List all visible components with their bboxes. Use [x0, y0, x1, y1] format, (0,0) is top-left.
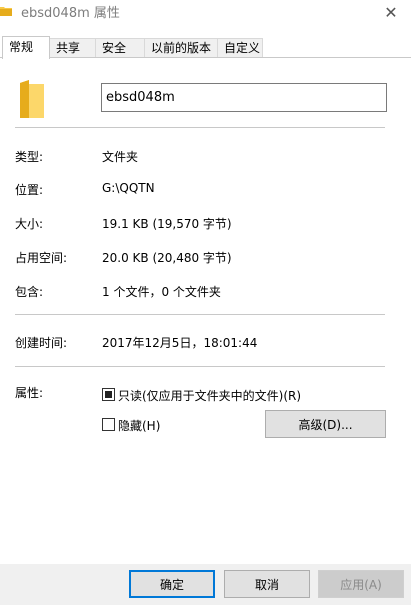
tab-customize[interactable]: 自定义 — [217, 38, 263, 57]
close-icon: ✕ — [384, 2, 398, 22]
tab-sharing[interactable]: 共享 — [49, 38, 96, 57]
size-on-disk-label: 占用空间: — [15, 251, 68, 265]
advanced-button-label: 高级(D)... — [298, 417, 353, 432]
readonly-checkbox[interactable] — [102, 388, 115, 401]
location-value: G:\QQTN — [102, 181, 155, 195]
window-title: ebsd048m 属性 — [21, 6, 120, 21]
tab-general[interactable]: 常规 — [2, 36, 50, 59]
hidden-label[interactable]: 隐藏(H) — [118, 417, 160, 434]
properties-dialog: ebsd048m 属性 ✕ 常规 共享 安全 以前的版本 自定义 类型: 文件夹… — [0, 0, 411, 605]
size-on-disk-value: 20.0 KB (20,480 字节) — [102, 251, 232, 265]
tab-label: 常规 — [9, 40, 34, 54]
contains-label: 包含: — [15, 285, 44, 299]
type-label: 类型: — [15, 150, 44, 164]
tab-label: 自定义 — [224, 41, 261, 55]
folder-icon — [0, 7, 12, 16]
tab-previous-versions[interactable]: 以前的版本 — [144, 38, 218, 57]
attributes-label: 属性: — [15, 386, 44, 400]
cancel-button-label: 取消 — [254, 577, 279, 592]
divider — [15, 366, 385, 367]
tab-label: 安全 — [102, 41, 127, 55]
hidden-checkbox[interactable] — [102, 418, 115, 431]
tab-label: 以前的版本 — [151, 41, 212, 55]
tab-strip: 常规 共享 安全 以前的版本 自定义 — [0, 36, 411, 59]
divider — [15, 127, 385, 128]
type-value: 文件夹 — [102, 150, 139, 164]
tab-label: 共享 — [56, 41, 81, 55]
advanced-button[interactable]: 高级(D)... — [265, 410, 386, 438]
location-label: 位置: — [15, 183, 44, 197]
ok-button-label: 确定 — [159, 577, 184, 592]
size-value: 19.1 KB (19,570 字节) — [102, 217, 232, 231]
dialog-footer: 确定 取消 应用(A) — [0, 564, 411, 605]
cancel-button[interactable]: 取消 — [224, 570, 310, 598]
close-button[interactable]: ✕ — [371, 0, 411, 24]
folder-icon — [20, 80, 44, 118]
created-value: 2017年12月5日，18:01:44 — [102, 336, 258, 350]
folder-name-input[interactable] — [101, 83, 387, 112]
tab-security[interactable]: 安全 — [95, 38, 145, 57]
title-bar: ebsd048m 属性 ✕ — [0, 0, 411, 24]
apply-button-label: 应用(A) — [340, 577, 382, 592]
size-label: 大小: — [15, 217, 44, 231]
ok-button[interactable]: 确定 — [129, 570, 215, 598]
contains-value: 1 个文件，0 个文件夹 — [102, 285, 221, 299]
general-panel — [0, 57, 411, 564]
apply-button[interactable]: 应用(A) — [318, 570, 404, 598]
created-label: 创建时间: — [15, 336, 68, 350]
readonly-label[interactable]: 只读(仅应用于文件夹中的文件)(R) — [118, 387, 301, 404]
divider — [15, 314, 385, 315]
